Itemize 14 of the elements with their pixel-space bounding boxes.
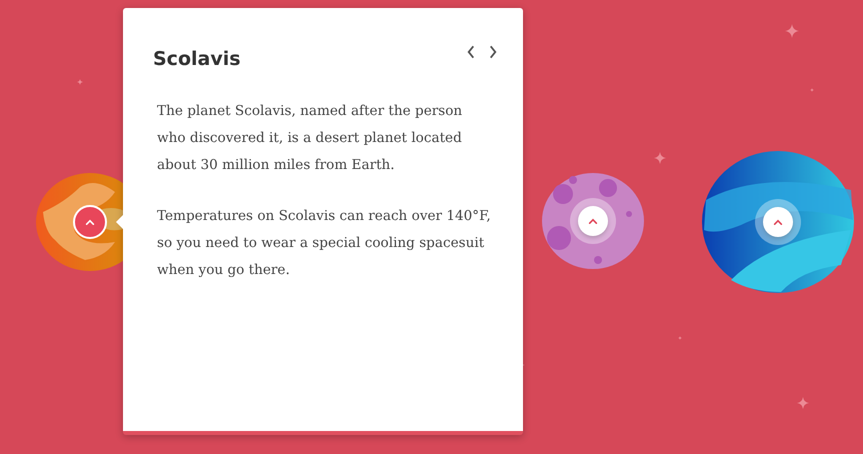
chevron-up-icon	[773, 218, 783, 226]
sparkle-icon	[797, 397, 809, 409]
previous-button[interactable]	[465, 44, 477, 60]
sparkle-icon	[654, 152, 666, 164]
chevron-up-icon	[588, 218, 598, 224]
description-paragraph: The planet Scolavis, named after the person who discovered it, is a desert planet located about 30 million miles from Earth.	[157, 102, 464, 175]
card-title: Scolavis	[153, 48, 241, 70]
chevron-up-icon	[85, 218, 95, 226]
sparkle-icon	[785, 24, 799, 38]
description-paragraph: Temperatures on Scolavis can reach over 140°F, so you need to wear a special cooling spacesuit when you go there.	[157, 207, 491, 280]
sparkle-icon	[77, 79, 83, 85]
sparkle-icon	[678, 336, 682, 340]
next-button[interactable]	[487, 44, 499, 60]
sparkle-icon	[810, 88, 814, 92]
